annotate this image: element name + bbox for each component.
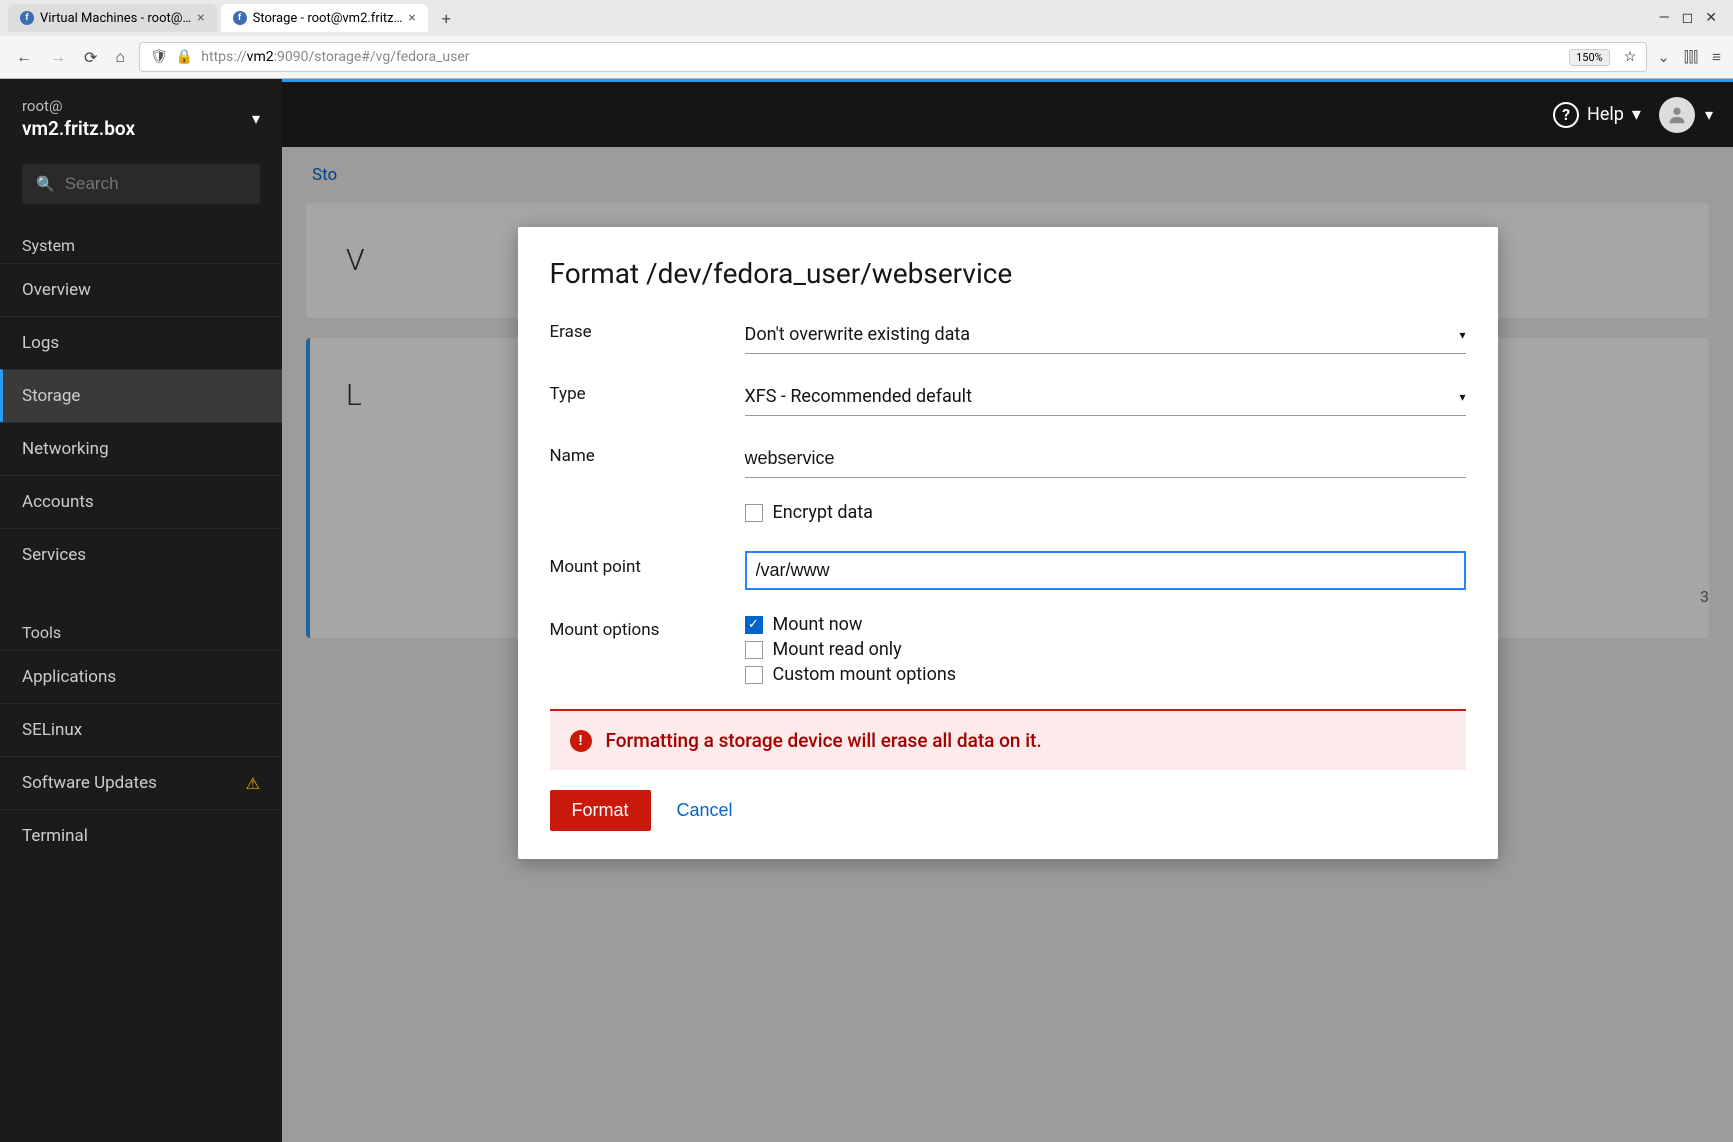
sidebar-item-accounts[interactable]: Accounts xyxy=(0,475,282,528)
minimize-icon[interactable]: — xyxy=(1659,10,1670,26)
search-input[interactable] xyxy=(65,174,282,194)
checkbox-icon: ✓ xyxy=(745,616,763,634)
maximize-icon[interactable]: ◻ xyxy=(1682,10,1694,26)
close-icon[interactable]: × xyxy=(408,10,415,26)
format-dialog: Format /dev/fedora_user/webservice Erase… xyxy=(518,227,1498,859)
forward-button[interactable]: → xyxy=(46,43,70,71)
url-text: https://vm2:9090/storage#/vg/fedora_user xyxy=(201,49,1561,65)
dialog-actions: Format Cancel xyxy=(550,790,1466,831)
sidebar-item-networking[interactable]: Networking xyxy=(0,422,282,475)
mount-options-label: Mount options xyxy=(550,614,745,640)
close-icon[interactable]: ✕ xyxy=(1705,10,1717,26)
sidebar-item-selinux[interactable]: SELinux xyxy=(0,703,282,756)
user-menu-button[interactable]: ▾ xyxy=(1659,97,1713,133)
fedora-icon: f xyxy=(20,11,34,25)
pocket-icon[interactable]: ⌄ xyxy=(1657,48,1670,66)
search-box[interactable]: 🔍 xyxy=(22,164,260,204)
erase-select[interactable]: Don't overwrite existing data ▾ xyxy=(745,316,1466,354)
bookmark-icon[interactable]: ☆ xyxy=(1624,49,1637,65)
sidebar-item-services[interactable]: Services xyxy=(0,528,282,581)
help-button[interactable]: ? Help ▾ xyxy=(1553,102,1641,128)
avatar xyxy=(1659,97,1695,133)
header-bar: ? Help ▾ ▾ xyxy=(282,79,1733,147)
lock-icon[interactable]: 🔒 xyxy=(176,49,193,65)
format-button[interactable]: Format xyxy=(550,790,651,831)
warning-icon: ⚠ xyxy=(246,774,260,793)
close-icon[interactable]: × xyxy=(197,10,204,26)
window-controls: — ◻ ✕ xyxy=(1659,10,1725,26)
nav-group-tools: Tools xyxy=(0,609,282,650)
name-label: Name xyxy=(550,440,745,466)
fedora-icon: f xyxy=(233,11,247,25)
home-button[interactable]: ⌂ xyxy=(111,43,129,71)
new-tab-button[interactable]: + xyxy=(432,3,461,34)
cancel-button[interactable]: Cancel xyxy=(677,800,733,821)
chevron-down-icon: ▾ xyxy=(1459,328,1465,342)
shield-icon[interactable]: 🛡 xyxy=(150,49,168,65)
dialog-title: Format /dev/fedora_user/webservice xyxy=(550,257,1466,290)
reload-button[interactable]: ⟳ xyxy=(80,44,101,71)
chevron-down-icon: ▾ xyxy=(1705,105,1713,124)
modal-overlay: Format /dev/fedora_user/webservice Erase… xyxy=(282,147,1733,1142)
encrypt-checkbox[interactable]: Encrypt data xyxy=(745,502,1466,523)
checkbox-icon xyxy=(745,666,763,684)
mount-readonly-checkbox[interactable]: Mount read only xyxy=(745,639,1466,660)
app-container: root@ vm2.fritz.box ▾ 🔍 System Overview … xyxy=(0,79,1733,1142)
sidebar-item-software-updates[interactable]: Software Updates ⚠ xyxy=(0,756,282,809)
browser-right-icons: ⌄ ⫿⫿⫿ ≡ xyxy=(1657,48,1721,66)
name-input[interactable] xyxy=(745,440,1466,478)
browser-tab-1[interactable]: f Virtual Machines - root@… × xyxy=(8,4,217,32)
chevron-down-icon: ▾ xyxy=(1632,104,1641,125)
help-icon: ? xyxy=(1553,102,1579,128)
main: ? Help ▾ ▾ Sto V L 3 Format /dev/fedora_… xyxy=(282,79,1733,1142)
sidebar-item-applications[interactable]: Applications xyxy=(0,650,282,703)
chevron-down-icon: ▾ xyxy=(252,109,260,128)
alert-icon: ! xyxy=(570,730,592,752)
custom-mount-options-checkbox[interactable]: Custom mount options xyxy=(745,664,1466,685)
host-selector[interactable]: root@ vm2.fritz.box ▾ xyxy=(0,79,282,154)
zoom-badge[interactable]: 150% xyxy=(1569,49,1610,66)
tab-title: Virtual Machines - root@… xyxy=(40,11,191,26)
chevron-down-icon: ▾ xyxy=(1459,390,1465,404)
library-icon[interactable]: ⫿⫿⫿ xyxy=(1684,48,1698,66)
sidebar-item-logs[interactable]: Logs xyxy=(0,316,282,369)
warning-alert: ! Formatting a storage device will erase… xyxy=(550,709,1466,770)
menu-icon[interactable]: ≡ xyxy=(1712,48,1721,66)
back-button[interactable]: ← xyxy=(12,43,36,71)
checkbox-icon xyxy=(745,504,763,522)
mount-point-input[interactable] xyxy=(745,551,1466,590)
nav-group-system: System xyxy=(0,222,282,263)
search-icon: 🔍 xyxy=(36,175,55,193)
type-label: Type xyxy=(550,378,745,404)
alert-text: Formatting a storage device will erase a… xyxy=(606,729,1042,752)
host-user: root@ xyxy=(22,97,135,115)
checkbox-icon xyxy=(745,641,763,659)
browser-chrome: f Virtual Machines - root@… × f Storage … xyxy=(0,0,1733,79)
sidebar-item-storage[interactable]: Storage xyxy=(0,369,282,422)
sidebar-item-terminal[interactable]: Terminal xyxy=(0,809,282,862)
tab-title: Storage - root@vm2.fritz… xyxy=(253,11,403,26)
url-bar[interactable]: 🛡 🔒 https://vm2:9090/storage#/vg/fedora_… xyxy=(139,42,1647,72)
erase-label: Erase xyxy=(550,316,745,342)
type-select[interactable]: XFS - Recommended default ▾ xyxy=(745,378,1466,416)
sidebar-item-overview[interactable]: Overview xyxy=(0,263,282,316)
content-area: Sto V L 3 Format /dev/fedora_user/webser… xyxy=(282,147,1733,1142)
mount-now-checkbox[interactable]: ✓ Mount now xyxy=(745,614,1466,635)
nav-bar: ← → ⟳ ⌂ 🛡 🔒 https://vm2:9090/storage#/vg… xyxy=(0,36,1733,78)
browser-tab-2[interactable]: f Storage - root@vm2.fritz… × xyxy=(221,4,428,32)
host-name: vm2.fritz.box xyxy=(22,117,135,140)
sidebar: root@ vm2.fritz.box ▾ 🔍 System Overview … xyxy=(0,79,282,1142)
tab-bar: f Virtual Machines - root@… × f Storage … xyxy=(0,0,1733,36)
mount-point-label: Mount point xyxy=(550,551,745,577)
